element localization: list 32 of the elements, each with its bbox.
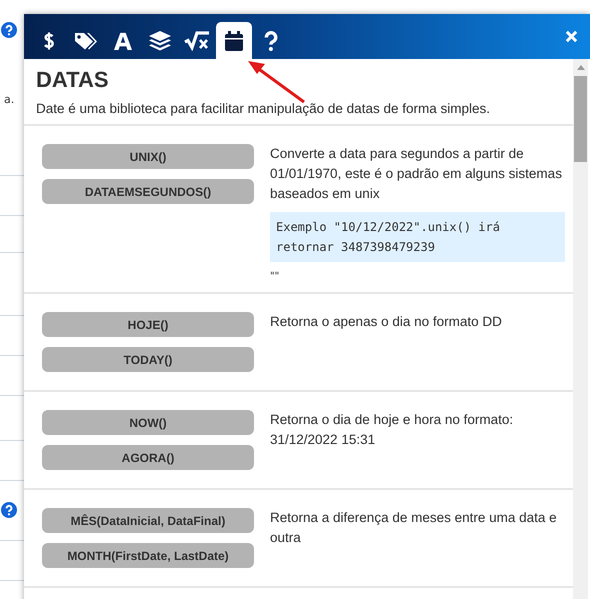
layers-icon (149, 30, 171, 50)
scrollbar-thumb[interactable] (574, 76, 587, 162)
function-button[interactable]: UNIX() (42, 144, 254, 169)
function-button[interactable]: AGORA() (42, 445, 254, 470)
function-description: Retorna o apenas o dia no formato DD (270, 313, 503, 331)
section-description: Date é uma biblioteca para facilitar manipulação de datas de forma simples. (24, 101, 573, 126)
help-icon[interactable] (1, 22, 17, 38)
function-button[interactable]: HOJE() (42, 312, 254, 337)
calendar-icon (225, 30, 243, 50)
code-example: Exemplo "10/12/2022".unix() irá retornar 3487398479239 (270, 212, 565, 262)
help-icon[interactable] (1, 502, 17, 518)
close-button[interactable] (563, 28, 580, 45)
function-description: Converte a data para segundos a partir de 01/01/1970, este é o padrão em alguns sistemas baseados em unix (270, 145, 563, 203)
help-icon (264, 30, 278, 50)
pointer-arrow (246, 59, 306, 104)
close-icon (565, 30, 578, 43)
tags-icon (74, 30, 98, 50)
function-button[interactable]: NOW() (42, 410, 254, 435)
section-title: DATAS (36, 67, 109, 93)
function-button[interactable]: DATAEMSEGUNDOS() (42, 179, 254, 204)
function-description: Retorna a diferença de meses entre uma data e outra (270, 509, 558, 547)
function-button[interactable]: MONTH(FirstDate, LastDate) (42, 543, 254, 568)
background-text: a. (4, 93, 14, 106)
scrollbar[interactable] (573, 59, 588, 599)
function-button[interactable]: TODAY() (42, 347, 254, 372)
square-root-icon (184, 30, 210, 50)
tab[interactable] (216, 22, 252, 59)
note-text: "" (270, 271, 280, 282)
dollar-icon (43, 30, 55, 50)
function-description: Retorna o dia de hoje e hora no formato: 31/12/2022 15:31 (270, 411, 514, 449)
function-button[interactable]: MÊS(DataInicial, DataFinal) (42, 508, 254, 533)
font-icon (114, 32, 132, 50)
